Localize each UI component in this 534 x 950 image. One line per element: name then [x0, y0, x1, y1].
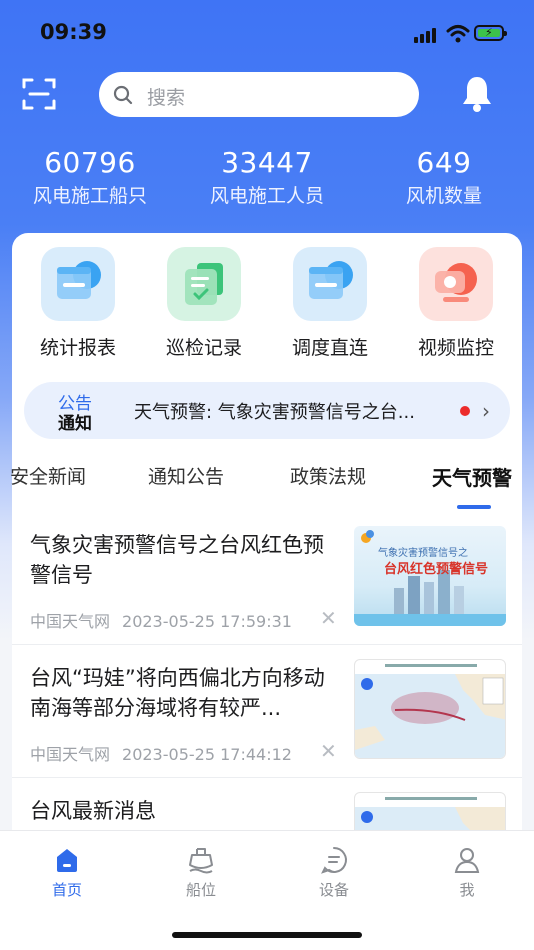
stat-turbines[interactable]: 649 风机数量	[354, 146, 534, 208]
status-bar: 09:39 ⚡	[0, 0, 534, 64]
user-icon	[454, 848, 480, 873]
status-time: 09:39	[40, 20, 107, 44]
stat-ships[interactable]: 60796 风电施工船只	[0, 146, 180, 208]
news-meta: 中国天气网 2023-05-25 17:44:12	[30, 741, 292, 765]
tab-safety-news[interactable]: 安全新闻	[10, 462, 86, 489]
stat-personnel[interactable]: 33447 风电施工人员	[177, 146, 357, 208]
stat-label: 风电施工船只	[32, 185, 147, 207]
quick-action-report[interactable]: 统计报表	[18, 247, 138, 360]
notice-text: 天气预警: 气象灾害预警信号之台...	[134, 402, 415, 423]
thumb-title-line2: 台风红色预警信号	[384, 562, 489, 577]
news-item[interactable]: 台风最新消息	[12, 778, 522, 838]
tabbar-label: 首页	[51, 881, 82, 899]
tabbar-label: 我	[459, 881, 475, 899]
news-date: 2023-05-25 17:44:12	[122, 745, 292, 764]
unread-dot	[460, 406, 470, 416]
news-meta: 中国天气网 2023-05-25 17:59:31	[30, 608, 292, 632]
bell-icon[interactable]	[460, 74, 494, 114]
tabbar-label: 船位	[185, 881, 216, 899]
news-item[interactable]: 台风“玛娃”将向西偏北方向移动 南海等部分海域将有较严... 中国天气网 2023…	[12, 645, 522, 777]
search-input[interactable]: 搜索	[99, 72, 419, 117]
search-placeholder: 搜索	[147, 87, 186, 109]
report-icon	[41, 247, 115, 321]
stat-value: 33447	[221, 146, 313, 179]
news-title: 气象灾害预警信号之台风红色预警信号	[30, 533, 324, 587]
stat-value: 60796	[44, 146, 136, 179]
news-title: 台风最新消息	[30, 799, 156, 823]
stat-value: 649	[416, 146, 472, 179]
notice-banner[interactable]: 公告 通知 天气预警: 气象灾害预警信号之台... ›	[24, 382, 510, 439]
news-item[interactable]: 气象灾害预警信号之台风红色预警信号 中国天气网 2023-05-25 17:59:…	[12, 512, 522, 644]
quick-action-label: 调度直连	[291, 337, 368, 359]
tabbar-ship-position[interactable]: 船位	[161, 845, 241, 900]
tabbar-label: 设备	[318, 881, 349, 899]
quick-action-label: 巡检记录	[165, 337, 242, 359]
tabbar-me[interactable]: 我	[427, 845, 507, 900]
news-title: 台风“玛娃”将向西偏北方向移动 南海等部分海域将有较严...	[30, 666, 325, 720]
news-source: 中国天气网	[30, 612, 111, 631]
active-tab-indicator	[457, 505, 491, 509]
quick-action-label: 视频监控	[417, 337, 494, 359]
tabbar-devices[interactable]: 设备	[294, 845, 374, 900]
tabbar-home[interactable]: 首页	[27, 845, 107, 900]
quick-action-dispatch[interactable]: 调度直连	[270, 247, 390, 360]
stat-label: 风机数量	[405, 185, 482, 207]
tab-policies[interactable]: 政策法规	[290, 462, 366, 489]
chevron-right-icon: ›	[482, 399, 490, 423]
quick-action-label: 统计报表	[39, 337, 116, 359]
close-icon[interactable]: ✕	[320, 606, 337, 630]
stat-label: 风电施工人员	[209, 185, 324, 207]
cellular-signal-icon	[414, 27, 438, 43]
news-date: 2023-05-25 17:59:31	[122, 612, 292, 631]
tab-announcements[interactable]: 通知公告	[148, 462, 224, 489]
home-indicator	[172, 932, 362, 938]
wifi-icon	[446, 25, 470, 43]
inspection-icon	[167, 247, 241, 321]
search-icon	[113, 85, 133, 105]
thumb-title-line1: 气象灾害预警信号之	[378, 548, 468, 559]
battery-icon: ⚡	[474, 25, 507, 41]
ship-icon	[189, 848, 213, 874]
quick-action-inspection[interactable]: 巡检记录	[144, 247, 264, 360]
camera-icon	[419, 247, 493, 321]
news-thumbnail: 气象灾害预警信号之 台风红色预警信号	[354, 526, 506, 626]
news-thumbnail	[354, 659, 506, 759]
scan-icon[interactable]	[22, 77, 56, 111]
tab-weather-alerts[interactable]: 天气预警	[432, 462, 512, 491]
news-source: 中国天气网	[30, 745, 111, 764]
home-icon	[57, 849, 77, 872]
notice-tag-line2: 通知	[58, 414, 92, 434]
close-icon[interactable]: ✕	[320, 739, 337, 763]
dispatch-icon	[293, 247, 367, 321]
device-icon	[321, 847, 347, 874]
quick-action-video[interactable]: 视频监控	[396, 247, 516, 360]
